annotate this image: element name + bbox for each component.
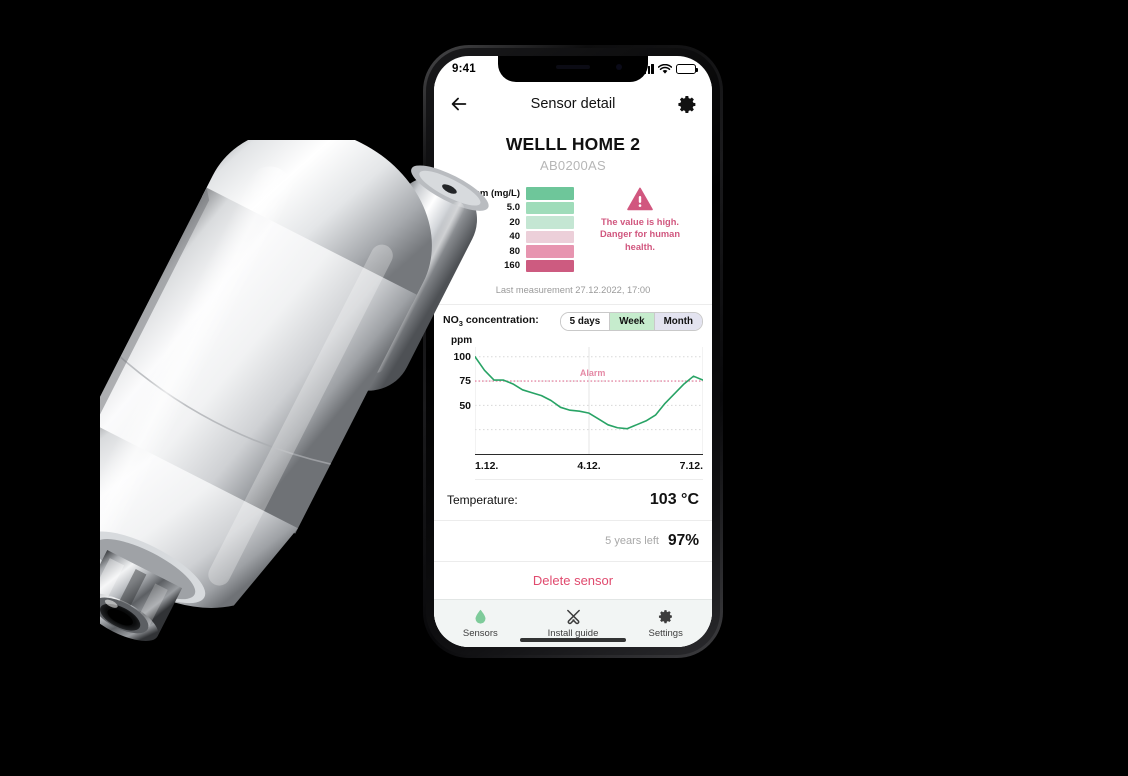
scale-row: 80 xyxy=(434,245,574,258)
sensor-drop-icon xyxy=(472,608,489,625)
temperature-value: 103 °C xyxy=(649,491,699,508)
phone-mockup: 9:41 Sensor detail WELLL HOME 2 AB0200AS… xyxy=(423,45,723,658)
scale-row-swatch xyxy=(526,230,574,243)
y-axis-tick: 75 xyxy=(459,375,471,388)
y-axis-label: ppm xyxy=(451,335,473,346)
scale-row-swatch xyxy=(526,187,574,200)
x-axis-tick: 7.12. xyxy=(679,460,703,472)
tab-label: Settings xyxy=(648,628,683,639)
y-axis-tick: 50 xyxy=(459,399,471,412)
concentration-scale-section: 0 ppm (mg/L) 5.0 20 40 80 160 The value is hi… xyxy=(434,187,712,272)
warning-line-3: health. xyxy=(625,241,655,252)
chart-container: ppm 100 75 50 Alarm 1.12. 4.12. 7.12. xyxy=(434,331,712,480)
gear-icon xyxy=(657,608,674,625)
tab-label: Sensors xyxy=(462,628,498,639)
scale-row-label: 80 xyxy=(509,245,520,257)
chart-alarm-label: Alarm xyxy=(579,368,606,379)
chart-line-svg xyxy=(475,347,703,454)
device-name: WELLL HOME 2 xyxy=(505,134,641,154)
phone-screen: 9:41 Sensor detail WELLL HOME 2 AB0200AS… xyxy=(434,56,712,647)
battery-years-left: 5 years left xyxy=(605,535,659,547)
navbar: Sensor detail xyxy=(434,82,712,126)
scale-row-label: 20 xyxy=(509,216,520,228)
app-screen-sensor-detail: Sensor detail WELLL HOME 2 AB0200AS 0 pp… xyxy=(434,82,712,647)
temperature-label: Temperature: xyxy=(447,493,518,507)
wifi-icon xyxy=(658,63,672,74)
device-id: AB0200AS xyxy=(539,158,606,173)
chart-title-prefix: NO xyxy=(443,314,459,327)
scale-row-swatch xyxy=(526,245,574,258)
scale-row-swatch xyxy=(526,216,574,229)
x-axis-tick: 4.12. xyxy=(577,460,601,472)
tab-settings[interactable]: Settings xyxy=(619,600,712,647)
scale-row-label: 40 xyxy=(509,231,520,243)
gear-icon[interactable] xyxy=(677,94,698,115)
chart-header: NO3 concentration: 5 days Week Month xyxy=(434,305,712,331)
battery-row: 5 years left 97% xyxy=(434,521,712,562)
chart-area: 100 75 50 Alarm xyxy=(443,347,703,455)
scale-row: 5.0 xyxy=(434,201,574,214)
y-axis-tick: 100 xyxy=(453,350,471,363)
scale-row-swatch xyxy=(526,201,574,214)
page-title: Sensor detail xyxy=(530,96,616,112)
chart-title: NO3 concentration: xyxy=(443,314,539,328)
scale-row: 0 ppm (mg/L) xyxy=(434,187,574,200)
range-segment-5-days[interactable]: 5 days xyxy=(560,313,611,330)
battery-percent: 97% xyxy=(667,532,699,549)
scale-row-swatch xyxy=(526,259,574,272)
chart-x-axis: 1.12. 4.12. 7.12. xyxy=(475,455,703,480)
scale-row: 40 xyxy=(434,230,574,243)
home-indicator xyxy=(520,638,626,642)
delete-sensor-button[interactable]: Delete sensor xyxy=(434,562,712,599)
status-bar-time: 9:41 xyxy=(452,63,476,75)
range-segment-month[interactable]: Month xyxy=(654,313,702,330)
tab-sensors[interactable]: Sensors xyxy=(434,600,527,647)
temperature-row: Temperature: 103 °C xyxy=(434,480,712,521)
x-axis-tick: 1.12. xyxy=(475,460,499,472)
back-arrow-icon[interactable] xyxy=(448,93,470,115)
status-bar-icons xyxy=(639,63,699,75)
scale-row: 160 xyxy=(434,259,574,272)
range-segment-week[interactable]: Week xyxy=(610,313,655,330)
warning-block: The value is high. Danger for human heal… xyxy=(574,187,702,272)
scale-row-label: 5.0 xyxy=(506,202,520,214)
cellular-signal-icon xyxy=(639,64,654,74)
warning-text: The value is high. Danger for human heal… xyxy=(600,216,680,253)
tools-icon xyxy=(565,608,582,625)
scale-row-label: 0 ppm (mg/L) xyxy=(460,187,520,199)
scale-row-label: 160 xyxy=(504,260,520,272)
battery-icon xyxy=(676,64,699,74)
warning-line-1: The value is high. xyxy=(600,217,679,227)
chart-plot: Alarm xyxy=(475,347,703,455)
scale-row: 20 xyxy=(434,216,574,229)
chart-title-suffix: concentration: xyxy=(462,314,539,327)
warning-line-2: Danger for human xyxy=(599,229,681,240)
concentration-scale: 0 ppm (mg/L) 5.0 20 40 80 160 xyxy=(434,187,574,272)
status-bar: 9:41 xyxy=(434,56,712,82)
warning-triangle-icon xyxy=(627,187,653,211)
range-segmented-control[interactable]: 5 days Week Month xyxy=(559,312,703,331)
chart-y-axis: 100 75 50 xyxy=(443,347,475,455)
last-measurement: Last measurement 27.12.2022, 17:00 xyxy=(434,285,712,305)
